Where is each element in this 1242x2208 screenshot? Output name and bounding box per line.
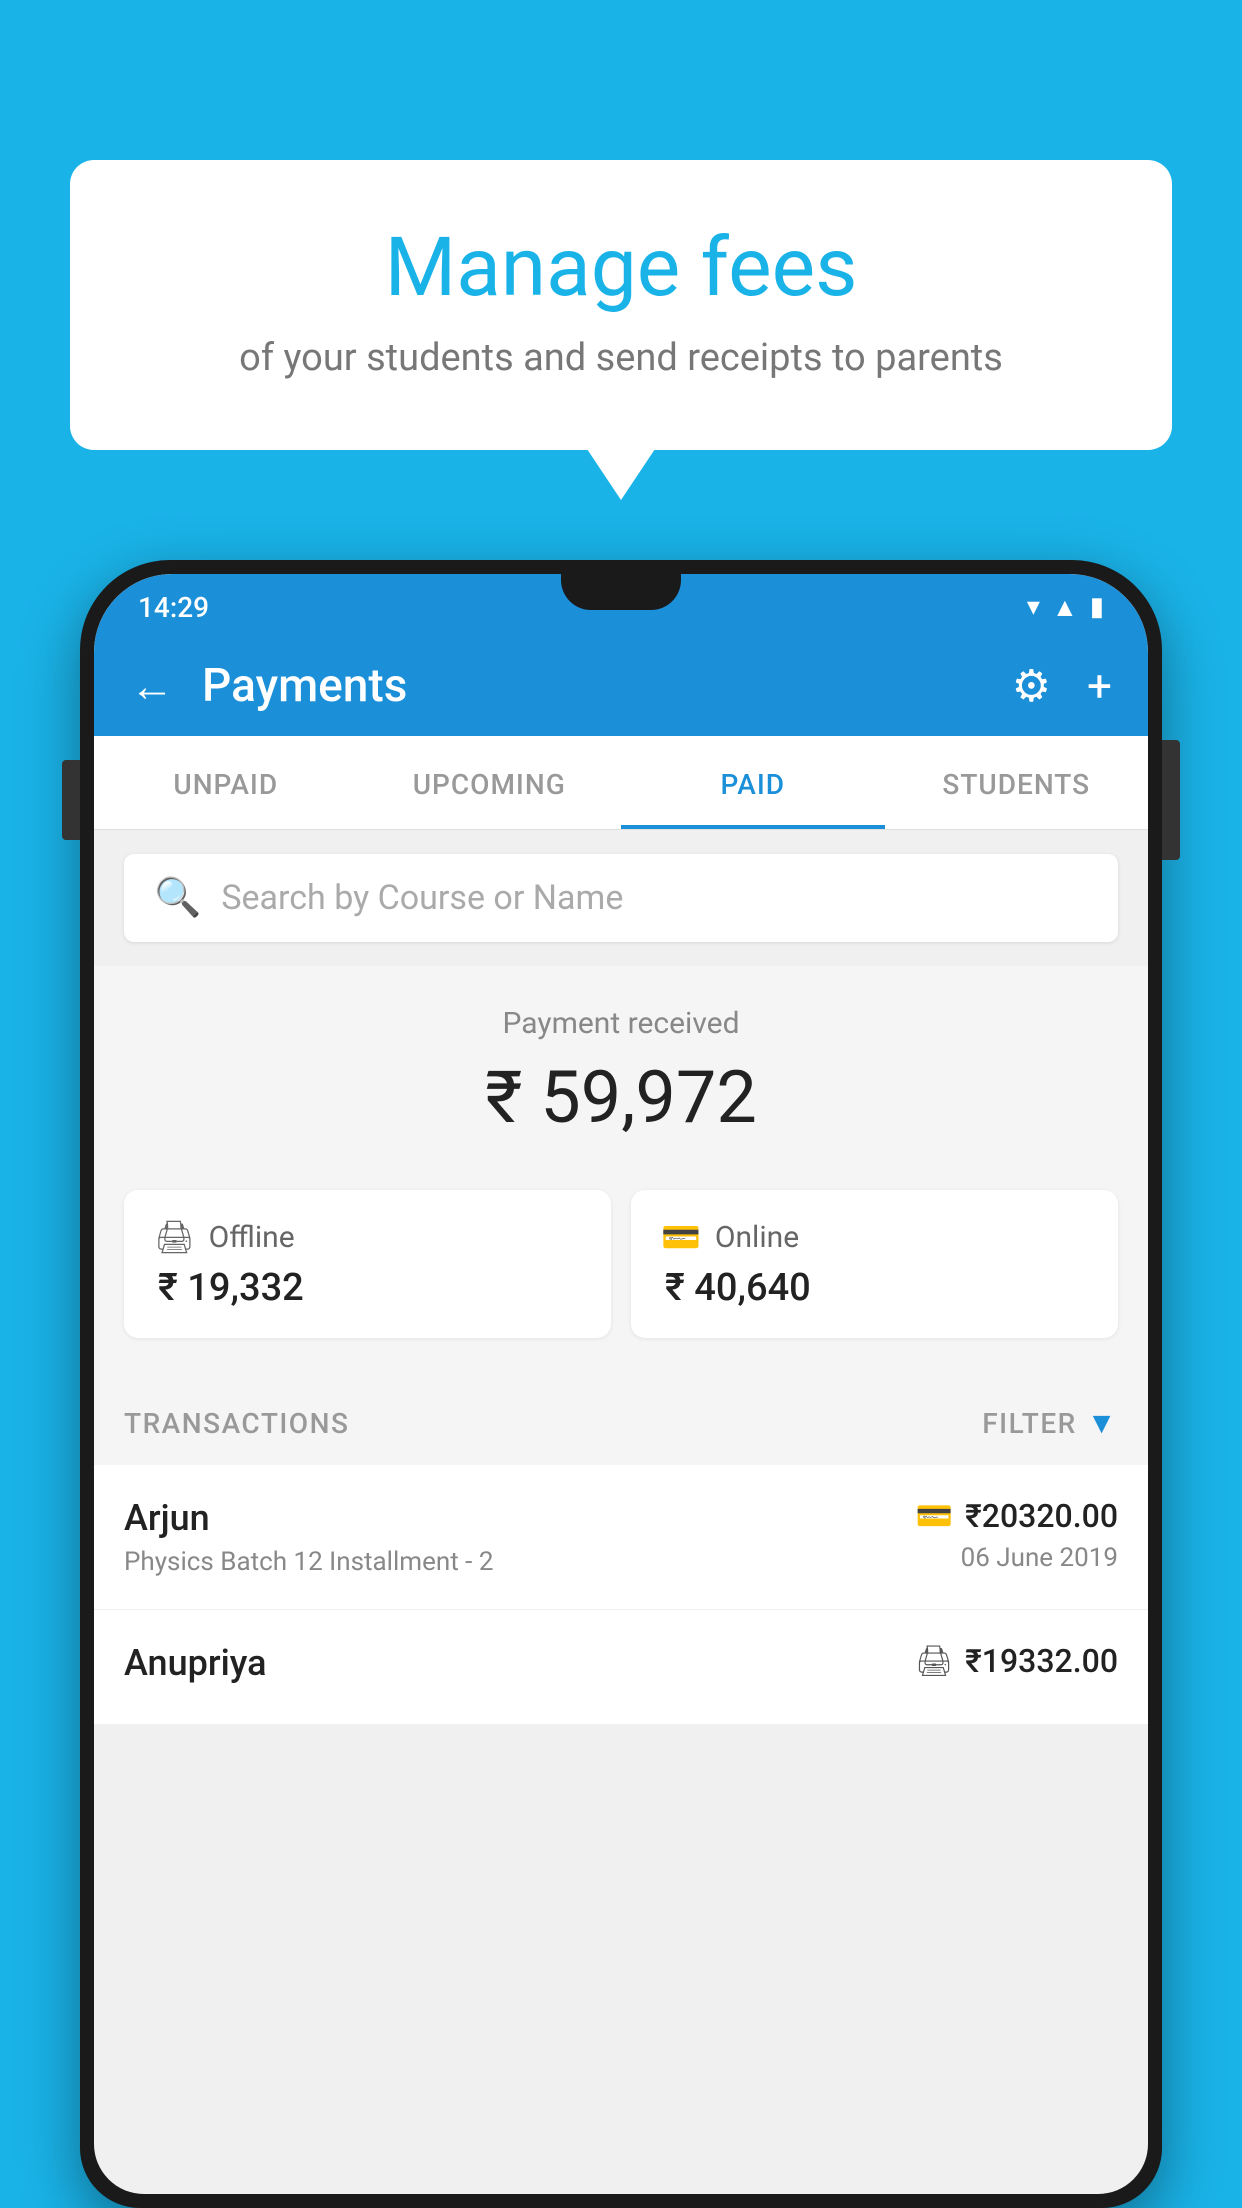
transaction-amount: ₹20320.00: [965, 1497, 1118, 1535]
transaction-name: Arjun: [124, 1497, 916, 1539]
filter-label: FILTER: [982, 1407, 1077, 1440]
transaction-left: Anupriya: [124, 1642, 915, 1692]
transaction-amount: ₹19332.00: [965, 1642, 1118, 1680]
power-button: [1162, 740, 1180, 860]
online-label: Online: [715, 1220, 799, 1255]
offline-card-header: 🖨 Offline: [154, 1218, 581, 1256]
transaction-amount-row: 🖨 ₹19332.00: [915, 1642, 1118, 1680]
app-bar: ← Payments ⚙ +: [94, 636, 1148, 736]
transactions-header: TRANSACTIONS FILTER ▼: [94, 1378, 1148, 1465]
offline-icon: 🖨: [154, 1218, 195, 1256]
online-icon: 💳: [661, 1218, 701, 1256]
online-amount: ₹ 40,640: [661, 1266, 1088, 1310]
transaction-date: 06 June 2019: [916, 1543, 1118, 1573]
offline-label: Offline: [209, 1220, 295, 1255]
payment-method-icon: 💳: [916, 1499, 953, 1534]
bubble-subtitle: of your students and send receipts to pa…: [150, 336, 1092, 380]
app-title: Payments: [202, 659, 1012, 713]
tab-upcoming[interactable]: UPCOMING: [358, 736, 622, 829]
payment-method-icon: 🖨: [915, 1644, 953, 1679]
battery-icon: ▮: [1090, 592, 1104, 622]
phone-screen: 14:29 ▾ ▲ ▮ ← Payments ⚙ + UNPAID UPCO: [94, 574, 1148, 2194]
bubble-title: Manage fees: [150, 220, 1092, 316]
tabs: UNPAID UPCOMING PAID STUDENTS: [94, 736, 1148, 830]
phone-frame: 14:29 ▾ ▲ ▮ ← Payments ⚙ + UNPAID UPCO: [80, 560, 1162, 2208]
add-icon[interactable]: +: [1087, 660, 1112, 712]
transaction-left: Arjun Physics Batch 12 Installment - 2: [124, 1497, 916, 1577]
search-input[interactable]: Search by Course or Name: [221, 878, 623, 918]
phone-notch: [561, 574, 681, 610]
signal-icon: ▲: [1052, 592, 1078, 623]
status-time: 14:29: [138, 591, 209, 624]
wifi-icon: ▾: [1027, 592, 1040, 622]
payment-received-amount: ₹ 59,972: [114, 1055, 1128, 1140]
transaction-right: 💳 ₹20320.00 06 June 2019: [916, 1497, 1118, 1573]
payment-received-label: Payment received: [114, 1006, 1128, 1041]
search-bar[interactable]: 🔍 Search by Course or Name: [124, 854, 1118, 942]
tab-paid[interactable]: PAID: [621, 736, 885, 829]
app-bar-actions: ⚙ +: [1012, 660, 1112, 712]
offline-card: 🖨 Offline ₹ 19,332: [124, 1190, 611, 1338]
transaction-right: 🖨 ₹19332.00: [915, 1642, 1118, 1688]
filter-button[interactable]: FILTER ▼: [982, 1406, 1118, 1441]
transactions-label: TRANSACTIONS: [124, 1407, 349, 1440]
payment-cards: 🖨 Offline ₹ 19,332 💳 Online ₹ 40,640: [94, 1190, 1148, 1378]
transaction-amount-row: 💳 ₹20320.00: [916, 1497, 1118, 1535]
transaction-row[interactable]: Arjun Physics Batch 12 Installment - 2 💳…: [94, 1465, 1148, 1610]
tab-unpaid[interactable]: UNPAID: [94, 736, 358, 829]
transaction-row[interactable]: Anupriya 🖨 ₹19332.00: [94, 1610, 1148, 1725]
settings-icon[interactable]: ⚙: [1012, 660, 1051, 712]
search-icon: 🔍: [154, 876, 201, 920]
tab-students[interactable]: STUDENTS: [885, 736, 1149, 829]
status-icons: ▾ ▲ ▮: [1027, 592, 1104, 623]
filter-icon: ▼: [1087, 1406, 1118, 1441]
online-card-header: 💳 Online: [661, 1218, 1088, 1256]
payment-received-section: Payment received ₹ 59,972: [94, 966, 1148, 1190]
online-card: 💳 Online ₹ 40,640: [631, 1190, 1118, 1338]
back-button[interactable]: ←: [130, 660, 174, 712]
speech-bubble: Manage fees of your students and send re…: [70, 160, 1172, 450]
volume-button: [62, 760, 80, 840]
transaction-detail: Physics Batch 12 Installment - 2: [124, 1547, 916, 1577]
transaction-name: Anupriya: [124, 1642, 915, 1684]
offline-amount: ₹ 19,332: [154, 1266, 581, 1310]
